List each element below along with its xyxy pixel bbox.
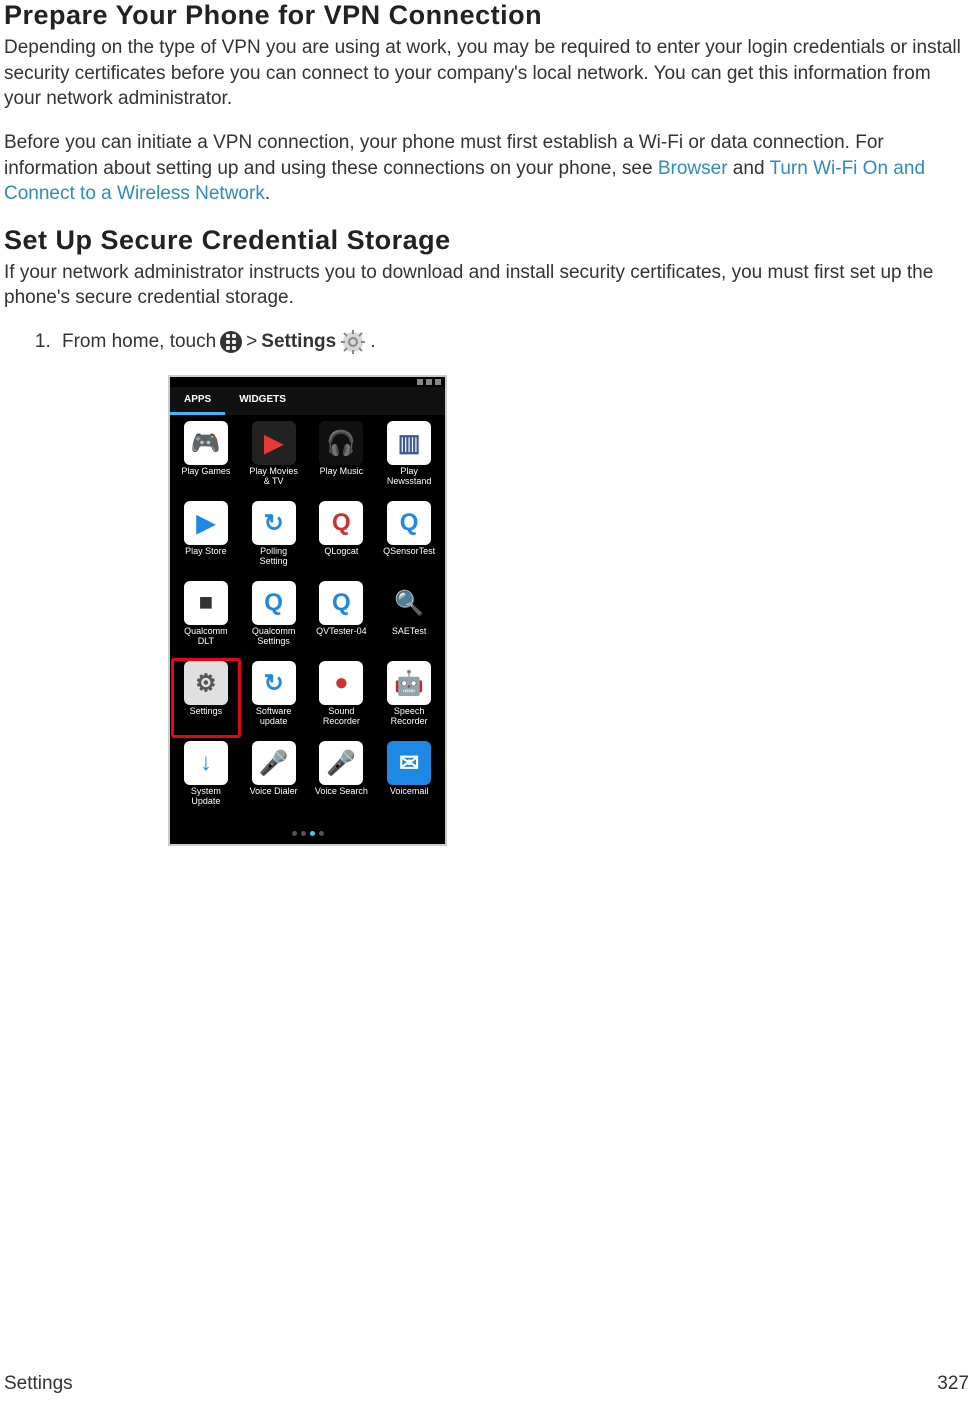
app-label: Qualcomm Settings: [252, 627, 296, 647]
app-icon: ↓: [184, 741, 228, 785]
settings-label: Settings: [261, 330, 336, 354]
app-system-update[interactable]: ↓System Update: [172, 739, 240, 817]
app-icon: ↻: [252, 501, 296, 545]
app-icon: ⚙: [184, 661, 228, 705]
app-settings[interactable]: ⚙ Settings: [172, 659, 240, 737]
text-fragment: and: [728, 158, 770, 179]
app-label: Play Games: [181, 467, 230, 477]
app-grid: 🎮Play Games▶Play Movies & TV🎧Play Music▥…: [170, 415, 445, 829]
apps-grid-icon: [220, 331, 242, 353]
app-play-movies-tv[interactable]: ▶Play Movies & TV: [240, 419, 308, 497]
app-label: Settings: [190, 707, 223, 717]
app-qsensortest[interactable]: Q QSensorTest: [375, 499, 443, 577]
app-play-store[interactable]: ▶ Play Store: [172, 499, 240, 577]
app-label: Play Newsstand: [387, 467, 432, 487]
app-label: Play Movies & TV: [249, 467, 298, 487]
app-speech-recorder[interactable]: 🤖Speech Recorder: [375, 659, 443, 737]
phone-tab-bar: APPS WIDGETS: [170, 387, 445, 415]
app-qlogcat[interactable]: Q QLogcat: [308, 499, 376, 577]
app-icon: ▶: [252, 421, 296, 465]
footer-section-name: Settings: [4, 1373, 73, 1395]
app-label: Play Music: [320, 467, 364, 477]
steps-list: From home, touch > Settings: [4, 329, 969, 846]
text-fragment: From home, touch: [62, 330, 216, 354]
app-icon: 🎧: [319, 421, 363, 465]
app-icon: Q: [319, 581, 363, 625]
app-saetest[interactable]: 🔍 SAETest: [375, 579, 443, 657]
page-footer: Settings 327: [4, 1373, 969, 1395]
para-vpn-credentials: Depending on the type of VPN you are usi…: [4, 35, 969, 112]
app-icon: 🤖: [387, 661, 431, 705]
app-play-music[interactable]: 🎧 Play Music: [308, 419, 376, 497]
step-1: From home, touch > Settings: [56, 329, 969, 846]
app-play-games[interactable]: 🎮 Play Games: [172, 419, 240, 497]
app-voicemail[interactable]: ✉ Voicemail: [375, 739, 443, 817]
app-qvtester-04[interactable]: Q QVTester-04: [308, 579, 376, 657]
app-icon: 🎮: [184, 421, 228, 465]
app-icon: ●: [319, 661, 363, 705]
app-icon: ■: [184, 581, 228, 625]
app-icon: ▥: [387, 421, 431, 465]
para-secure-storage: If your network administrator instructs …: [4, 260, 969, 311]
app-qualcomm-dlt[interactable]: ■Qualcomm DLT: [172, 579, 240, 657]
app-icon: ▶: [184, 501, 228, 545]
app-label: Voicemail: [390, 787, 429, 797]
app-play-newsstand[interactable]: ▥Play Newsstand: [375, 419, 443, 497]
app-icon: 🎤: [252, 741, 296, 785]
app-icon: 🎤: [319, 741, 363, 785]
app-label: Qualcomm DLT: [184, 627, 228, 647]
link-browser[interactable]: Browser: [658, 158, 728, 179]
app-voice-dialer[interactable]: 🎤 Voice Dialer: [240, 739, 308, 817]
app-label: QVTester-04: [316, 627, 367, 637]
app-label: QLogcat: [324, 547, 358, 557]
app-label: Speech Recorder: [391, 707, 428, 727]
app-icon: ✉: [387, 741, 431, 785]
page-indicator: [170, 829, 445, 844]
document-page: { "section1": { "title": "Prepare Your P…: [0, 0, 973, 1413]
app-label: Voice Dialer: [250, 787, 298, 797]
app-icon: Q: [252, 581, 296, 625]
app-sound-recorder[interactable]: ●Sound Recorder: [308, 659, 376, 737]
heading-secure-storage: Set Up Secure Credential Storage: [4, 225, 969, 256]
app-icon: ↻: [252, 661, 296, 705]
settings-gear-icon: [340, 329, 366, 355]
app-label: Play Store: [185, 547, 227, 557]
tab-widgets[interactable]: WIDGETS: [225, 387, 300, 415]
text-fragment: .: [265, 183, 270, 204]
footer-page-number: 327: [937, 1373, 969, 1395]
tab-apps[interactable]: APPS: [170, 387, 225, 415]
app-polling-setting[interactable]: ↻Polling Setting: [240, 499, 308, 577]
text-fragment: >: [246, 330, 257, 354]
app-label: QSensorTest: [383, 547, 435, 557]
text-fragment: .: [370, 330, 375, 354]
app-icon: Q: [319, 501, 363, 545]
phone-status-bar: [170, 377, 445, 387]
phone-screenshot: APPS WIDGETS 🎮Play Games▶Play Movies & T…: [168, 375, 447, 846]
app-voice-search[interactable]: 🎤 Voice Search: [308, 739, 376, 817]
app-icon: Q: [387, 501, 431, 545]
para-vpn-wifi: Before you can initiate a VPN connection…: [4, 130, 969, 207]
app-label: Polling Setting: [260, 547, 288, 567]
app-label: SAETest: [392, 627, 427, 637]
app-software-update[interactable]: ↻Software update: [240, 659, 308, 737]
app-qualcomm-settings[interactable]: QQualcomm Settings: [240, 579, 308, 657]
app-label: Sound Recorder: [323, 707, 360, 727]
heading-prepare-vpn: Prepare Your Phone for VPN Connection: [4, 0, 969, 31]
app-label: Software update: [256, 707, 292, 727]
app-icon: 🔍: [387, 581, 431, 625]
app-label: System Update: [191, 787, 221, 807]
app-label: Voice Search: [315, 787, 368, 797]
